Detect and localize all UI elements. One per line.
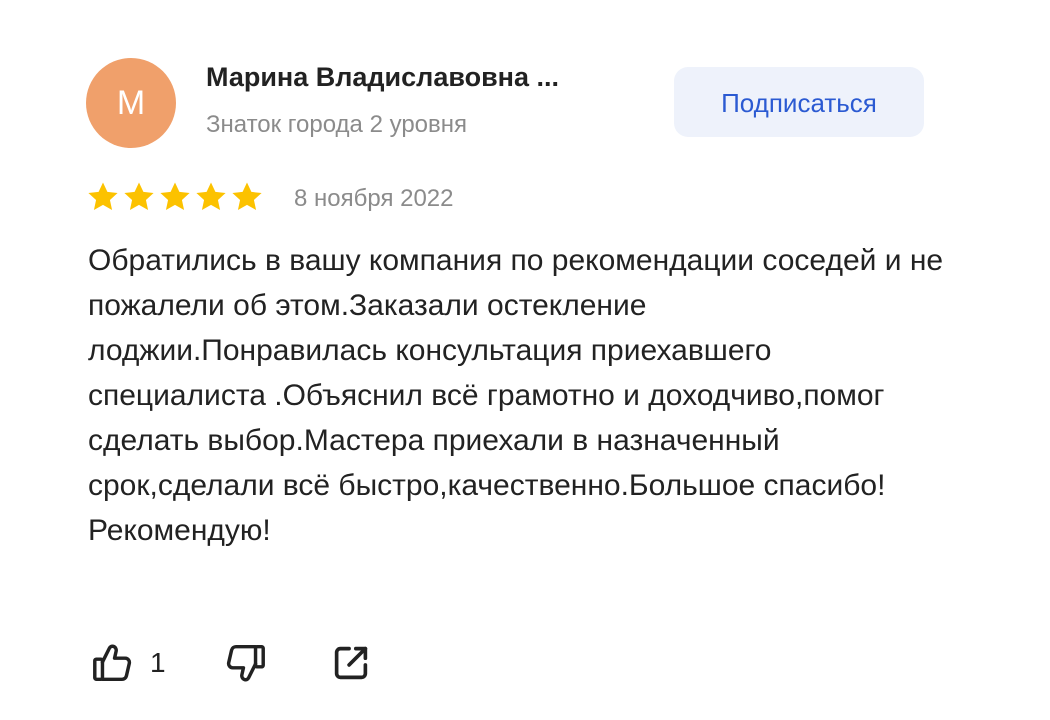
avatar-initial: М — [116, 84, 146, 122]
like-count: 1 — [150, 647, 166, 678]
subscribe-button[interactable]: Подписаться — [674, 67, 924, 137]
star-rating — [86, 180, 264, 214]
review-text: Обратились в вашу компания по рекомендац… — [88, 244, 944, 547]
like-button[interactable]: 1 — [90, 640, 166, 686]
review-date: 8 ноября 2022 — [294, 185, 454, 212]
dislike-button[interactable] — [222, 640, 268, 686]
author-name[interactable]: Марина Владиславовна ... — [206, 62, 559, 93]
star-icon — [232, 182, 262, 211]
star-icon — [160, 182, 190, 211]
share-icon — [334, 646, 368, 680]
star-icon — [88, 182, 118, 211]
star-icon — [124, 182, 154, 211]
share-button[interactable] — [328, 640, 374, 686]
thumbs-down-icon — [226, 644, 265, 682]
star-icon — [196, 182, 226, 211]
avatar[interactable]: М — [86, 58, 176, 148]
thumbs-up-icon — [93, 644, 132, 682]
author-level: Знаток города 2 уровня — [206, 111, 468, 138]
